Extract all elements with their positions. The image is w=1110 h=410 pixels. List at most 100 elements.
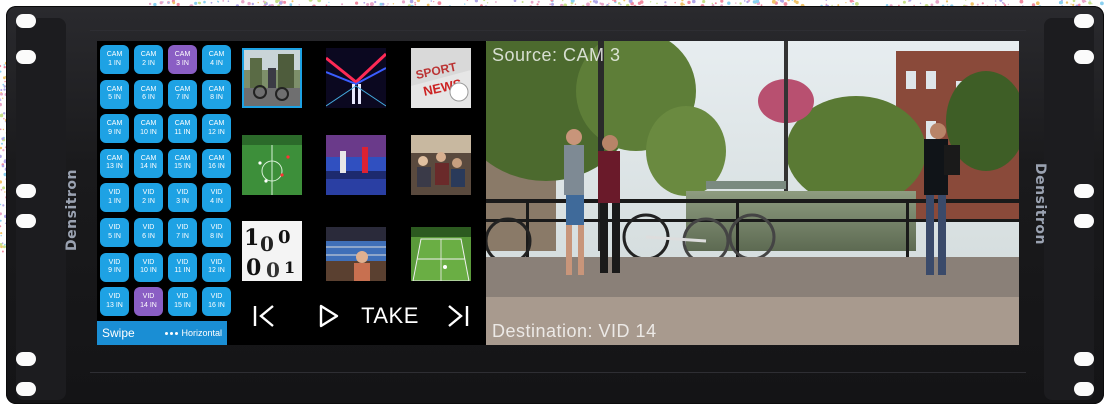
router-button-vid-13-in[interactable]: VID 13 IN [100, 287, 129, 317]
boxing-ring-thumb[interactable] [326, 227, 386, 287]
skip-to-start-button[interactable] [245, 299, 285, 333]
router-button-type: CAM [208, 120, 225, 128]
router-button-vid-4-in[interactable]: VID 4 IN [202, 183, 231, 213]
router-button-number: 12 IN [208, 267, 225, 275]
router-button-type: CAM [208, 51, 225, 58]
destination-label: Destination: VID 14 [492, 321, 657, 341]
take-button[interactable]: TAKE [359, 299, 421, 333]
router-button-type: VID [176, 224, 189, 231]
router-button-cam-14-in[interactable]: CAM 14 IN [134, 148, 163, 178]
router-button-cam-15-in[interactable]: CAM 15 IN [168, 148, 197, 178]
swipe-mode-toggle[interactable]: Swipe Horizontal [97, 321, 227, 345]
router-button-cam-16-in[interactable]: CAM 16 IN [202, 148, 231, 178]
router-button-number: 15 IN [174, 163, 191, 171]
mount-hole [16, 14, 36, 28]
router-button-cam-4-in[interactable]: CAM 4 IN [202, 45, 231, 74]
bezel-divider [90, 372, 1026, 373]
svg-text:1: 1 [244, 225, 259, 251]
source-label: Source: CAM 3 [492, 45, 621, 65]
router-button-type: VID [210, 189, 223, 197]
router-button-number: 3 IN [176, 197, 189, 205]
router-button-type: CAM [208, 154, 225, 162]
router-button-grid: CAM 1 IN CAM 2 IN CAM 3 IN CAM 4 IN CAM 5 IN CAM 6 … [97, 41, 231, 321]
router-button-cam-2-in[interactable]: CAM 2 IN [134, 45, 163, 74]
router-button-type: CAM [208, 85, 225, 93]
neon-tunnel-thumb[interactable] [326, 48, 386, 108]
router-button-cam-13-in[interactable]: CAM 13 IN [100, 148, 129, 178]
router-button-type: CAM [140, 85, 157, 93]
countdown-leader-thumb[interactable]: 1 0 0 0 0 1 [242, 221, 302, 281]
router-button-vid-14-in[interactable]: VID 14 IN [134, 287, 163, 317]
router-button-vid-1-in[interactable]: VID 1 IN [100, 183, 129, 213]
router-button-cam-8-in[interactable]: CAM 8 IN [202, 79, 231, 109]
take-label: TAKE [361, 303, 419, 328]
skip-to-end-icon [448, 305, 469, 327]
router-button-cam-10-in[interactable]: CAM 10 IN [134, 114, 163, 144]
router-button-number: 13 IN [106, 163, 123, 171]
tennis-court-thumb[interactable] [411, 227, 471, 287]
display-screen: CAM 1 IN CAM 2 IN CAM 3 IN CAM 4 IN CAM 5 IN CAM 6 … [97, 41, 1019, 345]
router-button-type: VID [176, 258, 189, 266]
router-button-cam-7-in[interactable]: CAM 7 IN [168, 79, 197, 109]
router-button-type: CAM [174, 51, 191, 58]
studio-crowd-thumb[interactable] [411, 135, 471, 195]
svg-text:0: 0 [246, 255, 261, 281]
router-button-number: 2 IN [142, 197, 155, 205]
router-button-type: CAM [140, 51, 157, 58]
router-button-vid-10-in[interactable]: VID 10 IN [134, 252, 163, 282]
sports-news-logo-thumb[interactable]: SPORT NEWS [411, 48, 471, 108]
router-button-number: 6 IN [142, 94, 155, 102]
router-button-cam-3-in[interactable]: CAM 3 IN [168, 45, 197, 74]
router-button-number: 15 IN [174, 301, 191, 309]
router-button-cam-11-in[interactable]: CAM 11 IN [168, 114, 197, 144]
rack-ear-left [16, 18, 66, 400]
router-button-vid-3-in[interactable]: VID 3 IN [168, 183, 197, 213]
router-button-vid-16-in[interactable]: VID 16 IN [202, 287, 231, 317]
router-button-vid-5-in[interactable]: VID 5 IN [100, 218, 129, 247]
router-button-number: 11 IN [174, 128, 191, 136]
router-button-vid-7-in[interactable]: VID 7 IN [168, 218, 197, 247]
router-button-type: VID [142, 293, 155, 301]
skip-to-end-button[interactable] [437, 299, 477, 333]
soccer-pitch-thumb[interactable] [242, 135, 302, 195]
router-button-number: 7 IN [176, 94, 189, 102]
router-button-vid-15-in[interactable]: VID 15 IN [168, 287, 197, 317]
router-button-number: 10 IN [140, 128, 157, 136]
router-button-number: 16 IN [208, 163, 225, 171]
router-button-cam-9-in[interactable]: CAM 9 IN [100, 114, 129, 144]
swipe-direction: Horizontal [165, 328, 222, 338]
svg-text:0: 0 [266, 258, 280, 281]
play-button[interactable] [311, 299, 347, 333]
skip-to-start-icon [253, 305, 274, 327]
router-button-cam-1-in[interactable]: CAM 1 IN [100, 45, 129, 74]
router-button-vid-9-in[interactable]: VID 9 IN [100, 252, 129, 282]
router-button-number: 7 IN [176, 232, 189, 240]
router-button-type: VID [108, 224, 121, 231]
router-button-type: CAM [140, 154, 157, 162]
router-button-number: 5 IN [108, 232, 121, 240]
router-button-number: 6 IN [142, 232, 155, 240]
brand-logo-right: Densitron [1032, 163, 1048, 245]
router-button-type: VID [108, 258, 121, 266]
street-cyclists-thumb[interactable] [242, 48, 302, 108]
router-button-number: 9 IN [108, 267, 121, 275]
mount-hole [1074, 214, 1094, 228]
router-button-number: 4 IN [210, 59, 223, 67]
router-button-vid-12-in[interactable]: VID 12 IN [202, 252, 231, 282]
router-button-cam-5-in[interactable]: CAM 5 IN [100, 79, 129, 109]
router-button-type: CAM [106, 120, 123, 128]
router-button-vid-11-in[interactable]: VID 11 IN [168, 252, 197, 282]
router-button-cam-6-in[interactable]: CAM 6 IN [134, 79, 163, 109]
router-button-type: CAM [106, 85, 123, 93]
router-button-vid-8-in[interactable]: VID 8 IN [202, 218, 231, 247]
bezel-divider [90, 30, 1026, 31]
router-button-type: CAM [174, 154, 191, 162]
arena-crowd-thumb[interactable] [326, 135, 386, 195]
router-button-vid-2-in[interactable]: VID 2 IN [134, 183, 163, 213]
router-button-vid-6-in[interactable]: VID 6 IN [134, 218, 163, 247]
canal-street-scene [486, 41, 1019, 345]
router-button-number: 11 IN [174, 267, 191, 275]
router-button-number: 1 IN [108, 197, 121, 205]
router-button-type: VID [142, 189, 155, 197]
router-button-cam-12-in[interactable]: CAM 12 IN [202, 114, 231, 144]
